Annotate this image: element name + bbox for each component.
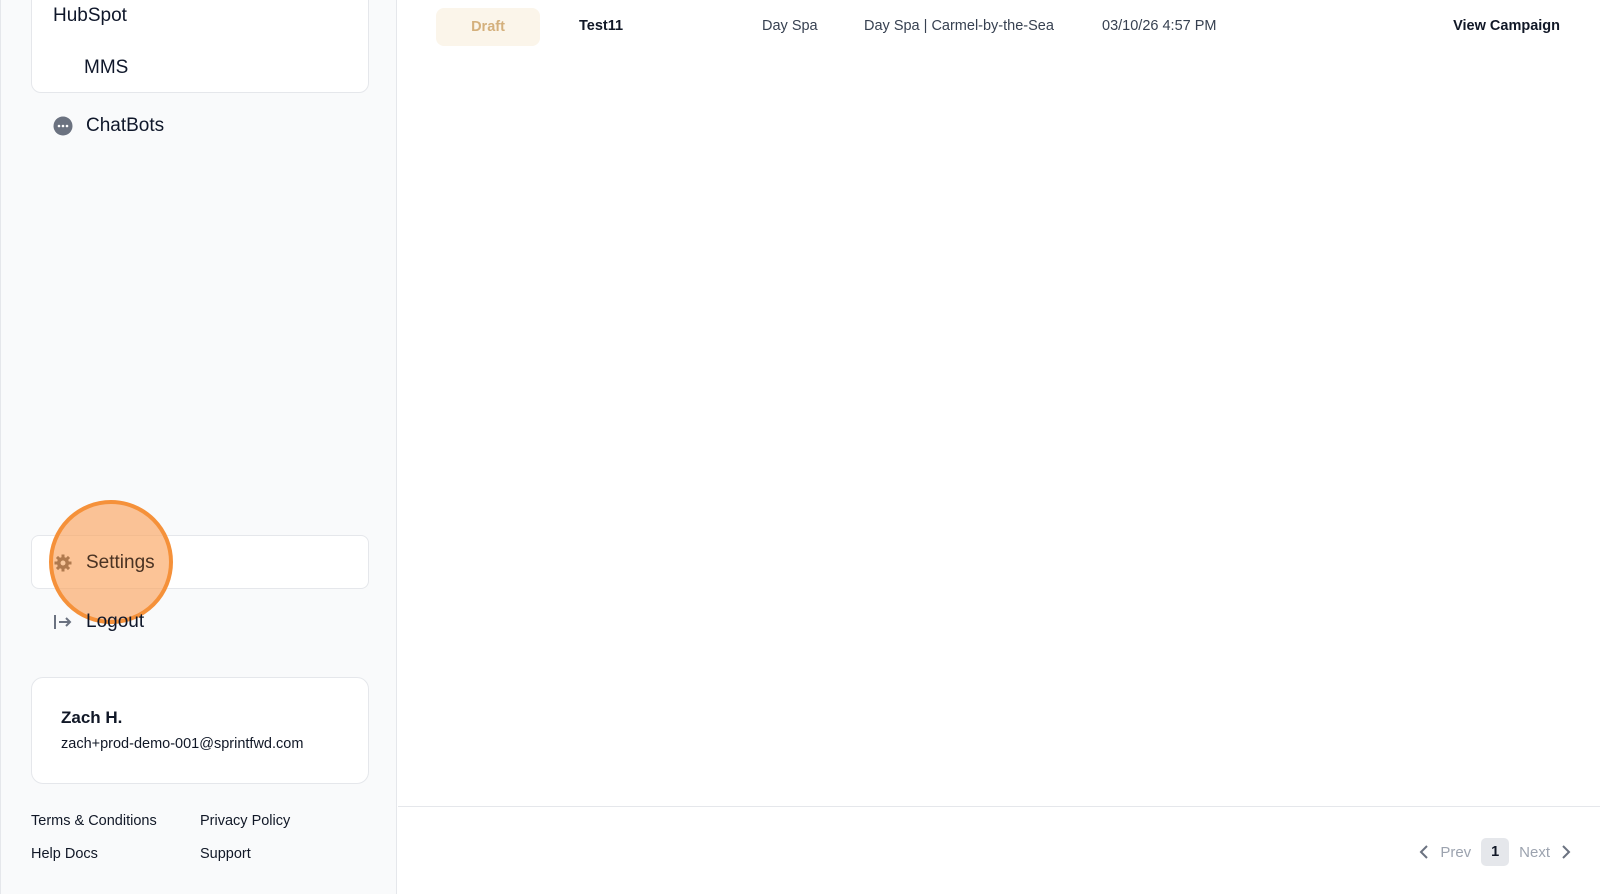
user-name: Zach H. bbox=[61, 708, 123, 727]
campaign-date: 03/10/26 4:57 PM bbox=[1102, 18, 1217, 34]
gear-icon bbox=[53, 553, 73, 573]
pagination-bar: Prev 1 Next bbox=[398, 806, 1600, 894]
chevron-right-icon[interactable] bbox=[1560, 845, 1572, 859]
help-docs-link[interactable]: Help Docs bbox=[31, 846, 98, 862]
user-email: zach+prod-demo-001@sprintfwd.com bbox=[61, 736, 304, 752]
sidebar-item-mms[interactable]: MMS bbox=[84, 57, 128, 79]
logout-arrow-icon bbox=[53, 612, 73, 632]
table-row: Draft Test11 Day Spa Day Spa | Carmel-by… bbox=[398, 0, 1600, 54]
user-card: Zach H. zach+prod-demo-001@sprintfwd.com bbox=[31, 677, 369, 784]
campaign-location: Day Spa | Carmel-by-the-Sea bbox=[864, 18, 1054, 34]
sidebar-item-settings[interactable]: Settings bbox=[53, 551, 155, 575]
sidebar-item-chatbots[interactable]: ChatBots bbox=[53, 114, 164, 138]
pagination: Prev 1 Next bbox=[1418, 837, 1572, 867]
privacy-link[interactable]: Privacy Policy bbox=[200, 813, 290, 829]
sidebar-item-hubspot[interactable]: HubSpot bbox=[53, 5, 127, 27]
sidebar-item-label: Logout bbox=[86, 611, 145, 632]
sidebar-item-label: ChatBots bbox=[86, 115, 165, 136]
main-content: Draft Test11 Day Spa Day Spa | Carmel-by… bbox=[398, 0, 1600, 894]
status-badge: Draft bbox=[436, 8, 540, 46]
chat-bubble-icon bbox=[53, 116, 73, 136]
support-link[interactable]: Support bbox=[200, 846, 251, 862]
campaign-category: Day Spa bbox=[762, 18, 818, 34]
sidebar: HubSpot MMS ChatBots Settings Logout Zac… bbox=[0, 0, 397, 894]
page-number-current[interactable]: 1 bbox=[1481, 838, 1510, 866]
sidebar-item-label: Settings bbox=[86, 552, 155, 573]
sidebar-item-logout[interactable]: Logout bbox=[53, 610, 144, 634]
view-campaign-link[interactable]: View Campaign bbox=[1453, 18, 1560, 34]
chevron-left-icon[interactable] bbox=[1418, 845, 1430, 859]
campaign-name: Test11 bbox=[579, 18, 624, 34]
terms-link[interactable]: Terms & Conditions bbox=[31, 813, 157, 829]
next-button[interactable]: Next bbox=[1519, 844, 1550, 861]
prev-button[interactable]: Prev bbox=[1440, 844, 1471, 861]
